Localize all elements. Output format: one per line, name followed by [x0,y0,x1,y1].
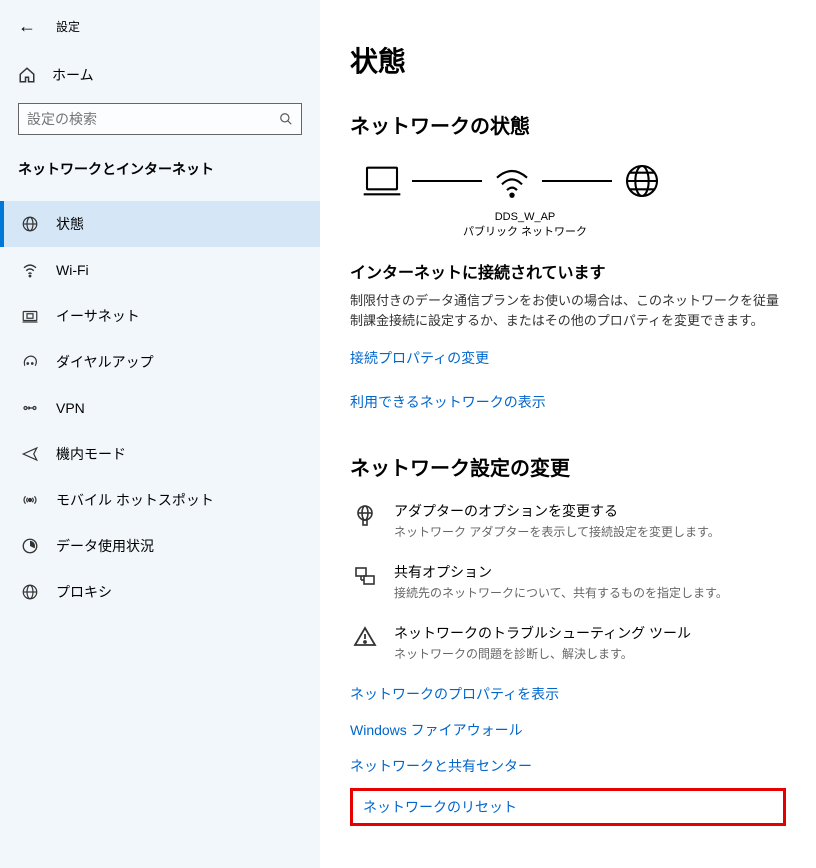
search-wrap [18,103,302,135]
nav-item-proxy[interactable]: プロキシ [0,569,320,615]
nav-label: VPN [42,400,85,416]
sharing-icon [350,562,380,588]
setting-desc: ネットワーク アダプターを表示して接続設定を変更します。 [394,523,720,540]
setting-desc: ネットワークの問題を診断し、解決します。 [394,645,691,662]
setting-sharing[interactable]: 共有オプション 接続先のネットワークについて、共有するものを指定します。 [350,562,786,601]
section-title-change: ネットワーク設定の変更 [350,452,786,481]
setting-adapter[interactable]: アダプターのオプションを変更する ネットワーク アダプターを表示して接続設定を変… [350,501,786,540]
link-sharing-center[interactable]: ネットワークと共有センター [350,756,786,776]
connected-title: インターネットに接続されています [350,259,786,283]
nav-item-dialup[interactable]: ダイヤルアップ [0,339,320,385]
link-available-networks[interactable]: 利用できるネットワークの表示 [350,392,546,412]
nav-list: 状態 Wi-Fi イーサネット ダイヤルアップ VPN [0,191,320,615]
globe-icon [620,159,664,203]
wifi-signal-icon [490,159,534,203]
network-name: DDS_W_AP [450,211,600,223]
nav-item-wifi[interactable]: Wi-Fi [0,247,320,293]
nav-label: モバイル ホットスポット [42,490,214,510]
proxy-icon [18,583,42,601]
link-network-reset[interactable]: ネットワークのリセット [350,788,786,826]
network-diagram [350,159,786,203]
page-title: 状態 [350,40,786,80]
section-title-status: ネットワークの状態 [350,110,786,139]
setting-desc: 接続先のネットワークについて、共有するものを指定します。 [394,584,728,601]
nav-item-airplane[interactable]: 機内モード [0,431,320,477]
header: ← 設定 [0,10,320,55]
search-box[interactable] [18,103,302,135]
vpn-icon [18,399,42,417]
connection-line [412,180,482,182]
data-icon [18,537,42,555]
search-input[interactable] [27,111,279,127]
sidebar: ← 設定 ホーム ネットワークとインターネット 状態 Wi-Fi [0,0,320,868]
setting-troubleshoot[interactable]: ネットワークのトラブルシューティング ツール ネットワークの問題を診断し、解決し… [350,623,786,662]
nav-item-ethernet[interactable]: イーサネット [0,293,320,339]
nav-label: イーサネット [42,306,140,326]
nav-item-hotspot[interactable]: モバイル ホットスポット [0,477,320,523]
link-connection-props[interactable]: 接続プロパティの変更 [350,348,489,368]
link-firewall[interactable]: Windows ファイアウォール [350,720,786,740]
setting-title: ネットワークのトラブルシューティング ツール [394,623,691,643]
link-list: ネットワークのプロパティを表示 Windows ファイアウォール ネットワークと… [350,684,786,826]
search-icon [279,112,293,126]
ethernet-icon [18,307,42,325]
header-title: 設定 [42,18,80,35]
home-label: ホーム [38,65,94,85]
link-network-props[interactable]: ネットワークのプロパティを表示 [350,684,786,704]
nav-label: Wi-Fi [42,262,89,278]
status-icon [18,215,42,233]
setting-title: アダプターのオプションを変更する [394,501,720,521]
main-content: 状態 ネットワークの状態 DDS_W_AP パブリック ネットワーク インターネ… [320,0,816,868]
nav-item-vpn[interactable]: VPN [0,385,320,431]
hotspot-icon [18,491,42,509]
nav-label: データ使用状況 [42,536,154,556]
category-title: ネットワークとインターネット [0,153,320,191]
nav-label: 状態 [42,214,84,234]
home-button[interactable]: ホーム [0,55,320,103]
home-icon [18,66,38,84]
back-icon[interactable]: ← [18,16,42,37]
nav-label: プロキシ [42,582,112,602]
dialup-icon [18,353,42,371]
warning-icon [350,623,380,649]
adapter-icon [350,501,380,527]
airplane-icon [18,445,42,463]
connected-desc: 制限付きのデータ通信プランをお使いの場合は、このネットワークを従量制課金接続に設… [350,291,786,330]
network-labels: DDS_W_AP パブリック ネットワーク [450,211,600,239]
nav-label: 機内モード [42,444,126,464]
setting-title: 共有オプション [394,562,728,582]
nav-item-data[interactable]: データ使用状況 [0,523,320,569]
wifi-icon [18,261,42,279]
connection-line [542,180,612,182]
nav-item-status[interactable]: 状態 [0,201,320,247]
nav-label: ダイヤルアップ [42,352,154,372]
network-type: パブリック ネットワーク [450,223,600,239]
computer-icon [360,159,404,203]
